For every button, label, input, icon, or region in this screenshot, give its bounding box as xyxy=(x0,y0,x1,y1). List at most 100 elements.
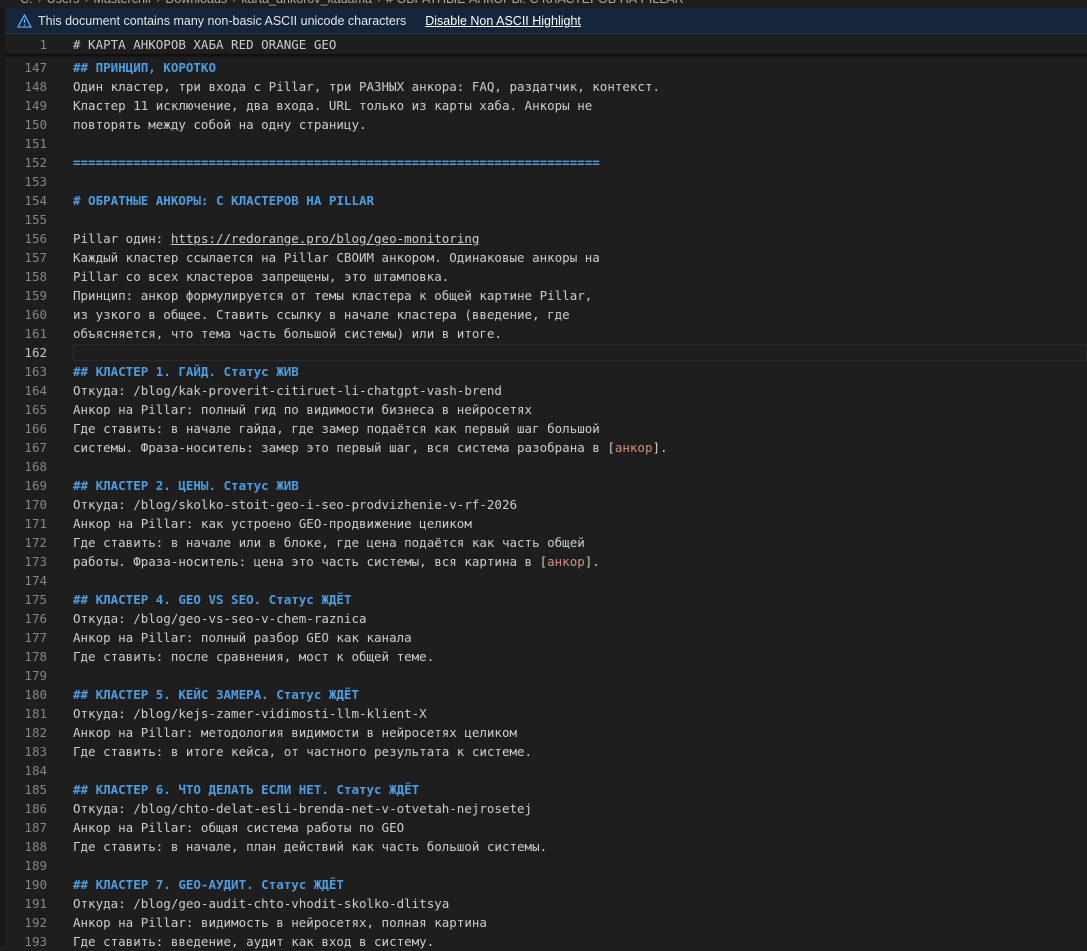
code-line[interactable]: 169 ## КЛАСТЕР 2. ЦЕНЫ. Статус ЖИВ xyxy=(5,476,1087,495)
url-link[interactable]: https://redorange.pro/blog/geo-monitorin… xyxy=(171,231,480,246)
line-text: Где ставить: после сравнения, мост к общ… xyxy=(73,649,435,664)
code-line[interactable]: 177 Анкор на Pillar: полный разбор GEO ка… xyxy=(5,628,1087,647)
line-content: Анкор на Pillar: видимость в нейросетях,… xyxy=(73,913,487,932)
line-content: Откуда: /blog/geo-vs-seo-v-chem-raznica xyxy=(73,609,367,628)
line-number: 187 xyxy=(24,820,47,835)
line-number: 181 xyxy=(24,706,47,721)
code-line[interactable]: 174 xyxy=(5,571,1087,590)
line-content: системы. Фраза-носитель: замер это первы… xyxy=(73,438,668,457)
code-line[interactable]: 193 Где ставить: введение, аудит как вход… xyxy=(5,932,1087,951)
line-text: Один кластер, три входа с Pillar, три РА… xyxy=(73,79,660,94)
code-line[interactable]: 160 из узкого в общее. Ставить ссылку в н… xyxy=(5,305,1087,324)
code-line[interactable]: 167 системы. Фраза-носитель: замер это пе… xyxy=(5,438,1087,457)
code-line[interactable]: 172 Где ставить: в начале или в блоке, гд… xyxy=(5,533,1087,552)
line-number: 180 xyxy=(24,687,47,702)
line-number: 158 xyxy=(24,269,47,284)
line-content: повторять между собой на одну страницу. xyxy=(73,115,367,134)
line-content: Где ставить: после сравнения, мост к общ… xyxy=(73,647,434,666)
code-line[interactable]: 180 ## КЛАСТЕР 5. КЕЙС ЗАМЕРА. Статус ЖДЁ… xyxy=(5,685,1087,704)
code-line[interactable]: 150 повторять между собой на одну страниц… xyxy=(5,115,1087,134)
breadcrumb-segment[interactable]: karta_ankorov_kadama xyxy=(241,0,372,6)
code-line[interactable]: 191 Откуда: /blog/geo-audit-chto-vhodit-s… xyxy=(5,894,1087,913)
breadcrumb-separator: › xyxy=(84,0,88,6)
line-text: Каждый кластер ссылается на Pillar СВОИМ… xyxy=(73,250,600,265)
line-number: 162 xyxy=(24,345,47,360)
code-line[interactable]: 171 Анкор на Pillar: как устроено GEO-про… xyxy=(5,514,1087,533)
code-line[interactable]: 149 Кластер 11 исключение, два входа. URL… xyxy=(5,96,1087,115)
line-number: 149 xyxy=(24,98,47,113)
code-line[interactable]: 186 Откуда: /blog/chto-delat-esli-brenda-… xyxy=(5,799,1087,818)
code-line[interactable]: 170 Откуда: /blog/skolko-stoit-geo-i-seo-… xyxy=(5,495,1087,514)
code-line[interactable]: 165 Анкор на Pillar: полный гид по видимо… xyxy=(5,400,1087,419)
line-content: Где ставить: введение, аудит как вход в … xyxy=(73,932,434,951)
code-line[interactable]: 192 Анкор на Pillar: видимость в нейросет… xyxy=(5,913,1087,932)
line-number: 163 xyxy=(24,364,47,379)
banner-message: This document contains many non-basic AS… xyxy=(38,13,407,28)
code-line[interactable]: 163 ## КЛАСТЕР 1. ГАЙД. Статус ЖИВ xyxy=(5,362,1087,381)
line-text: Откуда: /blog/kejs-zamer-vidimosti-llm-k… xyxy=(73,706,427,721)
code-line[interactable]: 175 ## КЛАСТЕР 4. GEO VS SEO. Статус ЖДЁТ xyxy=(5,590,1087,609)
line-number: 156 xyxy=(24,231,47,246)
code-line[interactable]: 162 xyxy=(5,343,1087,362)
warning-icon xyxy=(13,11,35,31)
disable-non-ascii-highlight-link[interactable]: Disable Non ASCII Highlight xyxy=(425,14,581,28)
code-line[interactable]: 153 xyxy=(5,172,1087,191)
code-line[interactable]: 185 ## КЛАСТЕР 6. ЧТО ДЕЛАТЬ ЕСЛИ НЕТ. Ст… xyxy=(5,780,1087,799)
line-text: Анкор на Pillar: полный гид по видимости… xyxy=(73,402,533,417)
line-content: Где ставить: в начале, план действий как… xyxy=(73,837,547,856)
line-text: повторять между собой на одну страницу. xyxy=(73,117,367,132)
code-line[interactable]: 161 объясняется, что тема часть большой с… xyxy=(5,324,1087,343)
line-content: Кластер 11 исключение, два входа. URL то… xyxy=(73,96,592,115)
breadcrumb-segment[interactable]: Downloads xyxy=(165,0,227,6)
code-line[interactable]: 183 Где ставить: в итоге кейса, от частно… xyxy=(5,742,1087,761)
code-line[interactable]: 156 Pillar один: https://redorange.pro/bl… xyxy=(5,229,1087,248)
code-line[interactable]: 190 ## КЛАСТЕР 7. GEO-АУДИТ. Статус ЖДЁТ xyxy=(5,875,1087,894)
line-content: Откуда: /blog/kak-proverit-citiruet-li-c… xyxy=(73,381,502,400)
line-content: Анкор на Pillar: методология видимости в… xyxy=(73,723,517,742)
code-line[interactable]: 154 # ОБРАТНЫЕ АНКОРЫ: С КЛАСТЕРОВ НА PIL… xyxy=(5,191,1087,210)
code-line[interactable]: 148 Один кластер, три входа с Pillar, три… xyxy=(5,77,1087,96)
line-number: 155 xyxy=(24,212,47,227)
breadcrumb-segment[interactable]: C: xyxy=(20,0,33,6)
code-line[interactable]: 179 xyxy=(5,666,1087,685)
code-line[interactable]: 189 xyxy=(5,856,1087,875)
code-editor[interactable]: 147 ## ПРИНЦИП, КОРОТКО 148 Один кластер, т… xyxy=(5,35,1087,949)
line-content: ========================================… xyxy=(73,153,600,172)
non-ascii-warning-banner: This document contains many non-basic AS… xyxy=(5,8,1087,34)
sticky-scroll-shadow xyxy=(5,54,1087,58)
code-line[interactable]: 166 Где ставить: в начале гайда, где заме… xyxy=(5,419,1087,438)
code-line[interactable]: 187 Анкор на Pillar: общая система работы… xyxy=(5,818,1087,837)
code-line[interactable]: 147 ## ПРИНЦИП, КОРОТКО xyxy=(5,58,1087,77)
markdown-heading: # ОБРАТНЫЕ АНКОРЫ: С КЛАСТЕРОВ НА PILLAR xyxy=(73,193,375,208)
bracket-close: ]. xyxy=(584,554,600,569)
line-text: Кластер 11 исключение, два входа. URL то… xyxy=(73,98,593,113)
code-line[interactable]: 157 Каждый кластер ссылается на Pillar СВ… xyxy=(5,248,1087,267)
code-line[interactable]: 159 Принцип: анкор формулируется от темы … xyxy=(5,286,1087,305)
code-line[interactable]: 182 Анкор на Pillar: методология видимост… xyxy=(5,723,1087,742)
code-line[interactable]: 168 xyxy=(5,457,1087,476)
line-content: ## КЛАСТЕР 6. ЧТО ДЕЛАТЬ ЕСЛИ НЕТ. Стату… xyxy=(73,780,419,799)
line-number: 178 xyxy=(24,649,47,664)
line-text: работы. Фраза-носитель: цена это часть с… xyxy=(73,554,540,569)
code-line[interactable]: 151 xyxy=(5,134,1087,153)
line-content: Pillar со всех кластеров запрещены, это … xyxy=(73,267,449,286)
line-content: Откуда: /blog/geo-audit-chto-vhodit-skol… xyxy=(73,894,449,913)
code-line[interactable]: 184 xyxy=(5,761,1087,780)
breadcrumb-segment[interactable]: Masterchif xyxy=(94,0,152,6)
code-line[interactable]: 164 Откуда: /blog/kak-proverit-citiruet-l… xyxy=(5,381,1087,400)
sticky-scroll-line[interactable]: 1 # КАРТА АНКОРОВ ХАБА RED ORANGE GEO xyxy=(5,35,1087,54)
line-number: 152 xyxy=(24,155,47,170)
code-line[interactable]: 158 Pillar со всех кластеров запрещены, э… xyxy=(5,267,1087,286)
code-line[interactable]: 181 Откуда: /blog/kejs-zamer-vidimosti-ll… xyxy=(5,704,1087,723)
breadcrumb-segment[interactable]: Users xyxy=(47,0,80,6)
code-line[interactable]: 188 Где ставить: в начале, план действий … xyxy=(5,837,1087,856)
code-line[interactable]: 173 работы. Фраза-носитель: цена это част… xyxy=(5,552,1087,571)
code-line[interactable]: 152 =====================================… xyxy=(5,153,1087,172)
line-number: 151 xyxy=(24,136,47,151)
code-line[interactable]: 178 Где ставить: после сравнения, мост к … xyxy=(5,647,1087,666)
breadcrumb-path[interactable]: C: › Users › Masterchif › Downloads › karta_anko… xyxy=(20,0,684,6)
code-line[interactable]: 176 Откуда: /blog/geo-vs-seo-v-chem-razni… xyxy=(5,609,1087,628)
breadcrumb-segment[interactable]: # ОБРАТНЫЕ АНКОРЫ: С КЛАСТЕРОВ НА PILLAR xyxy=(386,0,683,6)
line-number: 157 xyxy=(24,250,47,265)
code-line[interactable]: 155 xyxy=(5,210,1087,229)
